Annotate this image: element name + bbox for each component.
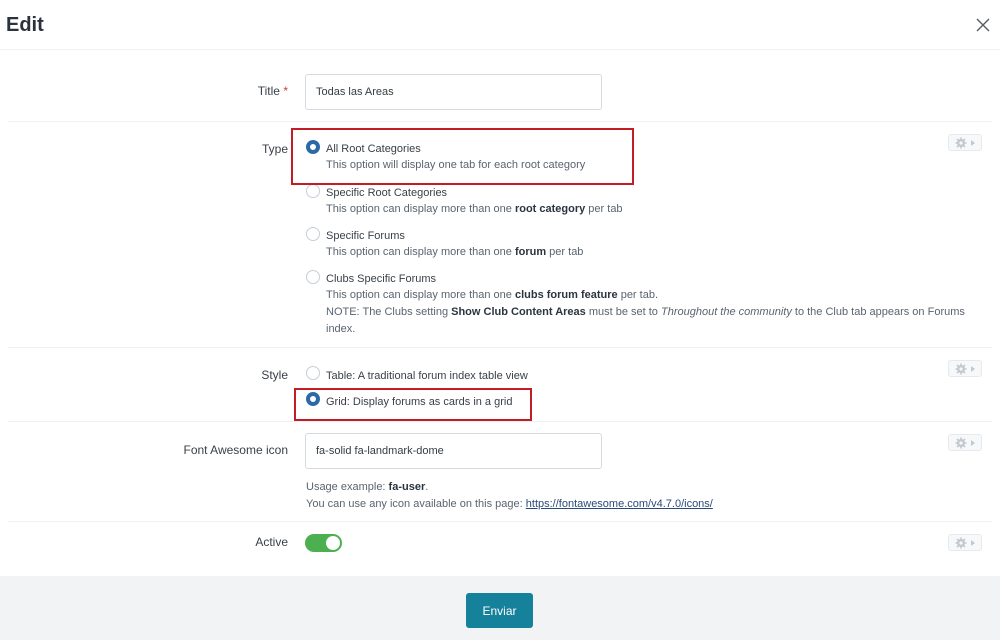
icon-input[interactable] (305, 433, 602, 469)
type-row: Type All Root Categories This option wil… (8, 122, 992, 348)
style-row: Style Table: A traditional forum index t… (8, 348, 992, 422)
clubs-desc-line: This option can display more than one cl… (326, 287, 976, 304)
gear-icon (955, 537, 967, 549)
fontawesome-link[interactable]: https://fontawesome.com/v4.7.0/icons/ (526, 498, 713, 510)
caret-right-icon (971, 440, 975, 446)
usage-example: fa-user (388, 481, 426, 493)
title-input[interactable] (305, 74, 602, 110)
gear-icon (955, 437, 967, 449)
note-bold: Show Club Content Areas (451, 306, 586, 318)
type-option-specific-root-desc: This option can display more than one ro… (326, 201, 623, 218)
type-option-clubs-forums-title: Clubs Specific Forums (326, 273, 437, 285)
type-option-specific-root-title: Specific Root Categories (326, 187, 448, 199)
style-label: Style (261, 368, 288, 382)
usage-prefix: Usage example: (306, 481, 389, 493)
type-option-specific-forums-desc: This option can display more than one fo… (326, 244, 583, 261)
type-option-all-root-radio[interactable] (306, 140, 320, 154)
icon-settings-button[interactable] (948, 434, 982, 451)
active-toggle[interactable] (305, 534, 342, 552)
close-icon[interactable] (974, 16, 992, 34)
link-line: You can use any icon available on this p… (306, 496, 713, 513)
icon-label: Font Awesome icon (183, 443, 288, 457)
icon-row: Font Awesome icon Usage example: fa-user… (8, 422, 992, 522)
note-italic: Throughout the community (660, 306, 792, 318)
submit-button[interactable]: Enviar (466, 593, 533, 628)
caret-right-icon (971, 140, 975, 146)
type-settings-button[interactable] (948, 134, 982, 151)
type-option-specific-root-radio[interactable] (306, 184, 320, 198)
usage-suffix: . (425, 481, 429, 493)
type-option-clubs-forums-desc: This option can display more than one cl… (326, 287, 976, 338)
icon-help: Usage example: fa-user. You can use any … (306, 479, 713, 513)
link-prefix: You can use any icon available on this p… (306, 498, 526, 510)
desc-bold: root category (514, 203, 586, 215)
active-row: Active (8, 522, 992, 576)
caret-right-icon (971, 366, 975, 372)
type-label: Type (261, 142, 288, 156)
style-option-table-radio[interactable] (306, 366, 320, 380)
desc-text: This option can display more than one (326, 289, 515, 301)
dialog-footer: Enviar (0, 576, 1000, 640)
title-label: Title * (8, 84, 288, 98)
type-option-specific-forums-radio[interactable] (306, 227, 320, 241)
type-option-all-root-title: All Root Categories (326, 143, 421, 155)
gear-icon (955, 363, 967, 375)
toggle-knob (326, 536, 340, 550)
style-option-table-title: Table: A traditional forum index table v… (326, 370, 528, 382)
active-label: Active (255, 535, 288, 549)
gear-icon (955, 137, 967, 149)
active-settings-button[interactable] (948, 534, 982, 551)
dialog-header: Edit (0, 0, 1000, 50)
style-settings-button[interactable] (948, 360, 982, 377)
desc-bold: clubs forum feature (514, 289, 618, 301)
style-option-grid-title: Grid: Display forums as cards in a grid (326, 396, 513, 408)
desc-text: per tab (585, 203, 623, 215)
desc-bold: forum (514, 246, 547, 258)
desc-text: This option can display more than one (326, 246, 515, 258)
desc-text: per tab (546, 246, 584, 258)
caret-right-icon (971, 540, 975, 546)
title-row: Title * (8, 50, 992, 122)
desc-text: per tab. (617, 289, 658, 301)
type-option-all-root-desc: This option will display one tab for eac… (326, 159, 586, 171)
usage-line: Usage example: fa-user. (306, 479, 713, 496)
dialog-title: Edit (6, 14, 44, 36)
type-option-clubs-forums-radio[interactable] (306, 270, 320, 284)
desc-text: This option can display more than one (326, 203, 515, 215)
note-text: must be set to (585, 306, 661, 318)
clubs-note: NOTE: The Clubs setting Show Club Conten… (326, 304, 976, 338)
style-option-grid-radio[interactable] (306, 392, 320, 406)
title-label-text: Title (257, 84, 280, 98)
type-option-specific-forums-title: Specific Forums (326, 230, 405, 242)
required-mark: * (283, 84, 288, 98)
note-text: NOTE: The Clubs setting (326, 306, 452, 318)
